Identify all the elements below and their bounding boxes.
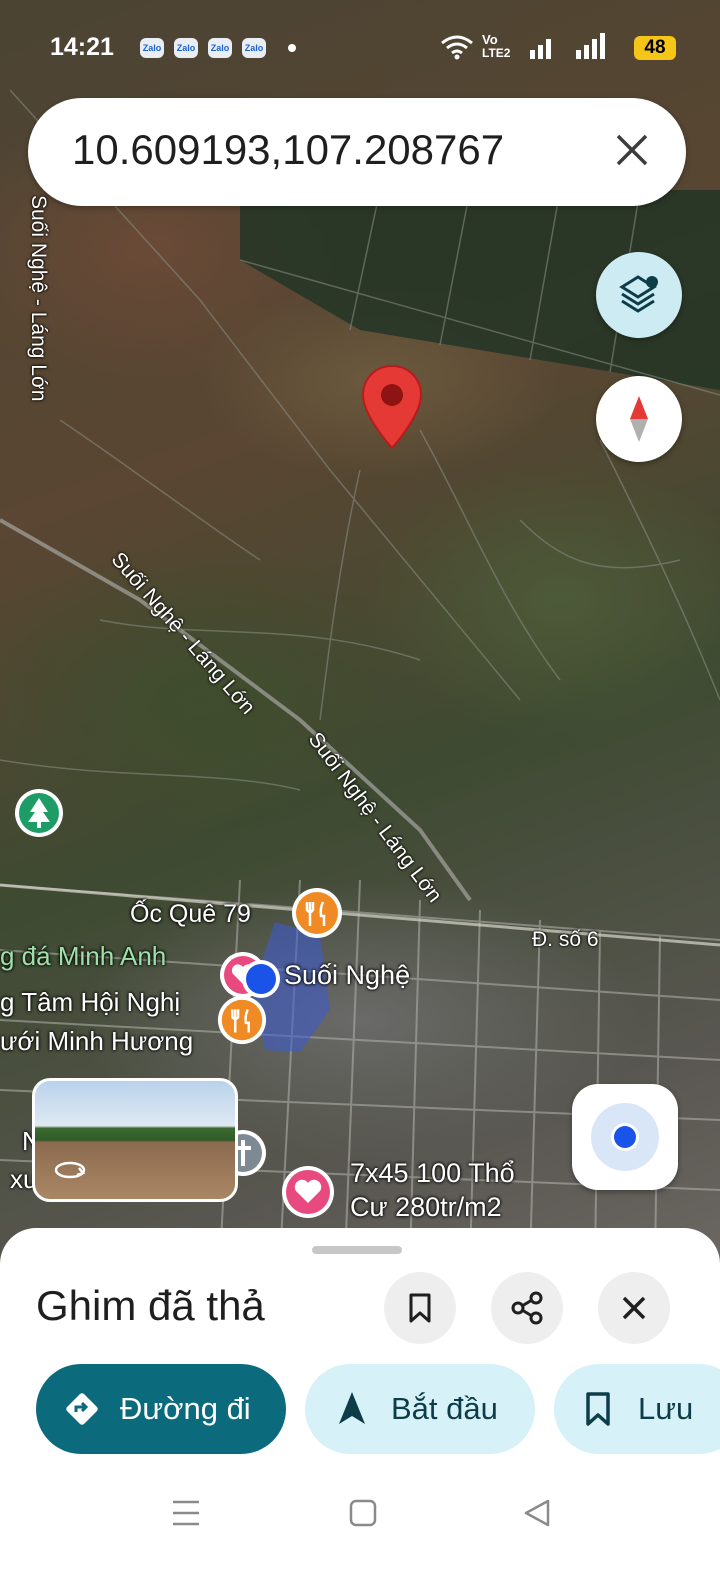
place-bottom-sheet[interactable]: Ghim đã thả Đường đi Bắt đầu Lưu (0, 1228, 720, 1581)
rotate-360-icon (54, 1161, 86, 1179)
share-button[interactable] (491, 1272, 563, 1344)
search-bar[interactable]: 10.609193,107.208767 (28, 98, 686, 206)
drag-handle[interactable] (312, 1246, 402, 1254)
my-location-icon (591, 1103, 659, 1171)
navigation-arrow-icon (339, 1392, 365, 1424)
zalo-notification-icon: Zalo (208, 38, 232, 58)
search-query[interactable]: 10.609193,107.208767 (72, 126, 504, 174)
home-icon[interactable] (348, 1498, 378, 1528)
bookmark-icon (409, 1293, 431, 1323)
network-label: LTE2 (482, 46, 511, 60)
directions-button[interactable]: Đường đi (36, 1364, 286, 1454)
directions-icon (66, 1393, 98, 1425)
wifi-icon (441, 35, 473, 60)
recent-apps-icon[interactable] (170, 1498, 202, 1528)
save-bookmark-button[interactable] (384, 1272, 456, 1344)
close-sheet-button[interactable] (598, 1272, 670, 1344)
signal-icon (530, 39, 551, 59)
clear-search-icon[interactable] (612, 128, 652, 172)
status-bar: 14:21 Zalo Zalo Zalo Zalo Vo LTE2 48 (0, 28, 720, 68)
sheet-title: Ghim đã thả (36, 1282, 265, 1329)
poi-label[interactable]: Ốc Quê 79 (130, 900, 251, 929)
heart-marker-icon[interactable] (280, 1164, 336, 1220)
bookmark-icon (586, 1392, 610, 1426)
compass-icon (630, 396, 648, 442)
layers-button[interactable] (596, 252, 682, 338)
compass-button[interactable] (596, 376, 682, 462)
street-view-thumbnail[interactable] (32, 1078, 238, 1202)
start-button[interactable]: Bắt đầu (305, 1364, 535, 1454)
start-label: Bắt đầu (391, 1391, 498, 1426)
town-label[interactable]: Suối Nghệ (284, 960, 410, 991)
dot-icon (288, 44, 296, 52)
poi-label[interactable]: g Tâm Hội Nghị (0, 987, 180, 1018)
poi-label[interactable]: ưới Minh Hương (0, 1026, 193, 1057)
restaurant-marker-icon[interactable] (290, 886, 344, 940)
back-icon[interactable] (522, 1498, 552, 1528)
network-label: Vo (482, 32, 498, 47)
park-marker-icon[interactable] (12, 786, 66, 846)
close-icon (622, 1296, 646, 1320)
zalo-notification-icon: Zalo (242, 38, 266, 58)
dropped-pin-icon[interactable] (360, 364, 424, 450)
poi-label[interactable]: g đá Minh Anh (0, 941, 166, 972)
save-button[interactable]: Lưu (554, 1364, 720, 1454)
layers-icon (619, 275, 658, 313)
battery-icon: 48 (634, 36, 676, 60)
road-label: Suối Nghệ - Láng Lớn (27, 195, 50, 402)
save-label: Lưu (638, 1391, 694, 1426)
zalo-notification-icon: Zalo (174, 38, 198, 58)
clock: 14:21 (50, 33, 114, 61)
share-icon (511, 1291, 543, 1325)
directions-label: Đường đi (120, 1391, 251, 1426)
restaurant-marker-icon[interactable] (216, 994, 268, 1046)
signal-icon (576, 33, 605, 59)
listing-label[interactable]: 7x45 100 Thổ Cư 280tr/m2 (350, 1156, 550, 1224)
my-location-button[interactable] (572, 1084, 678, 1190)
zalo-notification-icon: Zalo (140, 38, 164, 58)
road-label: Đ. số 6 (532, 928, 599, 951)
